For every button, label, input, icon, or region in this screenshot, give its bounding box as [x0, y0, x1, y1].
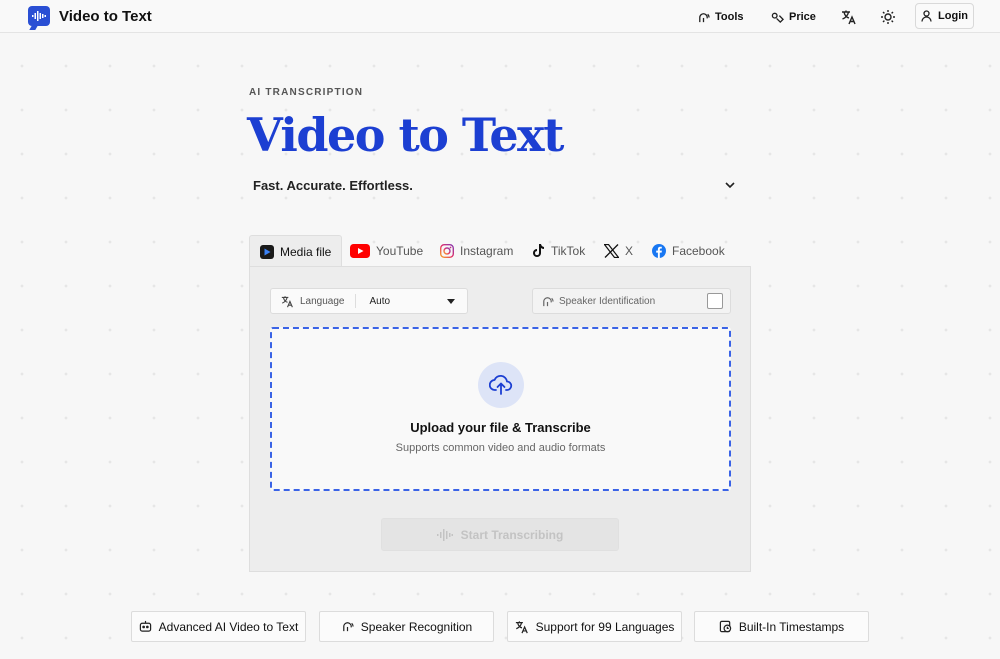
speaker-icon [342, 622, 354, 632]
login-button[interactable]: Login [915, 3, 974, 29]
clock-icon [719, 620, 732, 633]
nav-price[interactable]: Price [771, 6, 816, 28]
tab-x[interactable]: X [594, 235, 643, 267]
feature-advanced-ai: Advanced AI Video to Text [131, 611, 306, 642]
translate-icon [515, 620, 528, 633]
price-tag-icon [771, 12, 784, 23]
tab-label: YouTube [376, 244, 424, 258]
instagram-icon [440, 244, 454, 258]
chevron-down-icon[interactable] [723, 178, 737, 197]
tab-label: Instagram [460, 244, 514, 258]
upload-subtitle: Supports common video and audio formats [395, 442, 606, 454]
feature-speaker-recognition: Speaker Recognition [319, 611, 494, 642]
brand[interactable]: Video to Text [28, 6, 152, 26]
start-transcribing-label: Start Transcribing [460, 527, 564, 542]
youtube-icon [350, 244, 370, 258]
waveform-icon [436, 528, 453, 541]
upload-icon [478, 362, 524, 408]
page-title: Video to Text [247, 108, 564, 162]
media-file-icon [260, 245, 274, 259]
speaker-identification-toggle[interactable]: Speaker Identification [532, 288, 731, 314]
tab-label: X [625, 244, 634, 258]
language-label: Language [300, 295, 345, 307]
tab-media-file[interactable]: Media file [249, 235, 343, 268]
language-value: Auto [369, 295, 391, 307]
speaker-wave-icon [699, 12, 710, 22]
brand-logo-icon [28, 6, 50, 26]
feature-label: Speaker Recognition [360, 619, 473, 634]
tab-instagram[interactable]: Instagram [430, 235, 523, 267]
x-icon [604, 244, 619, 258]
user-icon [921, 10, 932, 22]
nav-tools[interactable]: Tools [697, 6, 744, 28]
tab-tiktok[interactable]: TikTok [522, 235, 595, 267]
transcription-panel: Language Auto Speaker Identification Upl… [249, 266, 751, 572]
translate-icon [281, 295, 294, 308]
language-switch-button[interactable] [841, 6, 862, 28]
upload-title: Upload your file & Transcribe [410, 420, 591, 435]
speaker-identification-checkbox[interactable] [707, 293, 723, 309]
nav-price-label: Price [789, 11, 816, 23]
translate-icon [842, 10, 856, 25]
sun-icon [881, 10, 895, 24]
upload-dropzone[interactable]: Upload your file & Transcribe Supports c… [270, 327, 731, 491]
feature-languages: Support for 99 Languages [507, 611, 682, 642]
tab-label: Media file [280, 245, 332, 259]
start-transcribing-button[interactable]: Start Transcribing [381, 518, 619, 551]
tab-label: TikTok [551, 244, 586, 258]
brand-name: Video to Text [59, 7, 152, 25]
ai-bot-icon [139, 620, 151, 632]
feature-label: Built-In Timestamps [738, 619, 845, 634]
top-navigation-bar: Video to Text Tools Price Login [0, 0, 1000, 33]
theme-toggle-button[interactable] [880, 6, 901, 28]
login-label: Login [938, 10, 968, 22]
caret-down-icon [447, 299, 455, 304]
feature-label: Support for 99 Languages [535, 619, 675, 634]
tab-label: Facebook [672, 244, 725, 258]
feature-label: Advanced AI Video to Text [158, 619, 299, 634]
hero-eyebrow: AI TRANSCRIPTION [249, 87, 364, 98]
feature-timestamps: Built-In Timestamps [694, 611, 869, 642]
tiktok-icon [533, 244, 544, 257]
nav-tools-label: Tools [715, 11, 744, 23]
speaker-identification-label: Speaker Identification [559, 295, 656, 307]
hero-subtitle: Fast. Accurate. Effortless. [253, 178, 413, 193]
tab-youtube[interactable]: YouTube [340, 235, 433, 267]
speaker-icon [541, 295, 554, 308]
divider [354, 294, 356, 308]
language-select[interactable]: Language Auto [270, 288, 468, 314]
facebook-icon [652, 244, 666, 258]
tab-facebook[interactable]: Facebook [642, 235, 735, 267]
